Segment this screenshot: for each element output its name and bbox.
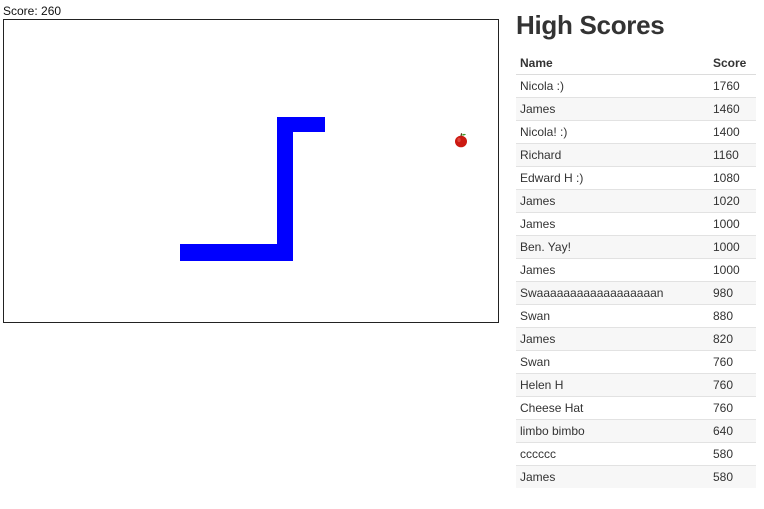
player-score: 1160 xyxy=(709,143,756,167)
player-score: 580 xyxy=(709,465,756,488)
player-score: 1760 xyxy=(709,74,756,98)
table-row: James 580 xyxy=(516,465,756,488)
player-name: Richard xyxy=(516,143,709,167)
table-row: James 1000 xyxy=(516,212,756,236)
player-name: Helen H xyxy=(516,373,709,397)
player-name: James xyxy=(516,189,709,213)
table-row: James 1020 xyxy=(516,189,756,213)
player-name: Cheese Hat xyxy=(516,396,709,420)
table-row: James 820 xyxy=(516,327,756,351)
player-name: Nicola :) xyxy=(516,74,709,98)
table-row: cccccc 580 xyxy=(516,442,756,466)
high-scores-panel: High Scores Name Score Nicola :) 1760 Jame… xyxy=(516,10,756,488)
player-score: 880 xyxy=(709,304,756,328)
player-name: Swan xyxy=(516,350,709,374)
player-score: 1000 xyxy=(709,235,756,259)
table-row: James 1000 xyxy=(516,258,756,282)
table-row: limbo bimbo 640 xyxy=(516,419,756,443)
table-row: Helen H 760 xyxy=(516,373,756,397)
table-row: Nicola :) 1760 xyxy=(516,74,756,98)
table-row: James 1460 xyxy=(516,97,756,121)
player-score: 760 xyxy=(709,396,756,420)
high-scores-title: High Scores xyxy=(516,10,665,40)
apple-icon xyxy=(455,133,467,148)
column-header-score: Score xyxy=(709,51,756,75)
player-name: James xyxy=(516,97,709,121)
player-score: 1080 xyxy=(709,166,756,190)
player-name: Ben. Yay! xyxy=(516,235,709,259)
player-score: 980 xyxy=(709,281,756,305)
table-row: Nicola! :) 1400 xyxy=(516,120,756,144)
player-name: James xyxy=(516,258,709,282)
player-score: 1400 xyxy=(709,120,756,144)
player-name: limbo bimbo xyxy=(516,419,709,443)
snake-segment xyxy=(277,117,293,261)
table-row: Swan 880 xyxy=(516,304,756,328)
table-row: Ben. Yay! 1000 xyxy=(516,235,756,259)
table-row: Edward H :) 1080 xyxy=(516,166,756,190)
player-score: 1000 xyxy=(709,258,756,282)
player-score: 1000 xyxy=(709,212,756,236)
table-row: Swan 760 xyxy=(516,350,756,374)
player-score: 760 xyxy=(709,350,756,374)
player-score: 1020 xyxy=(709,189,756,213)
player-name: James xyxy=(516,465,709,488)
player-score: 640 xyxy=(709,419,756,443)
player-name: Nicola! :) xyxy=(516,120,709,144)
table-row: Richard 1160 xyxy=(516,143,756,167)
player-name: cccccc xyxy=(516,442,709,466)
player-score: 1460 xyxy=(709,97,756,121)
column-header-name: Name xyxy=(516,51,709,75)
game-board[interactable] xyxy=(3,19,499,323)
player-name: James xyxy=(516,212,709,236)
player-name: James xyxy=(516,327,709,351)
player-score: 760 xyxy=(709,373,756,397)
table-row: Cheese Hat 760 xyxy=(516,396,756,420)
snake-segment xyxy=(180,244,293,261)
player-score: 580 xyxy=(709,442,756,466)
player-name: Swan xyxy=(516,304,709,328)
high-scores-table: Name Score Nicola :) 1760 James 1460 Nicola!… xyxy=(516,51,756,488)
score-display: Score: 260 xyxy=(3,4,62,18)
player-score: 820 xyxy=(709,327,756,351)
player-name: Swaaaaaaaaaaaaaaaaaan xyxy=(516,281,709,305)
player-name: Edward H :) xyxy=(516,166,709,190)
table-row: Swaaaaaaaaaaaaaaaaaan 980 xyxy=(516,281,756,305)
